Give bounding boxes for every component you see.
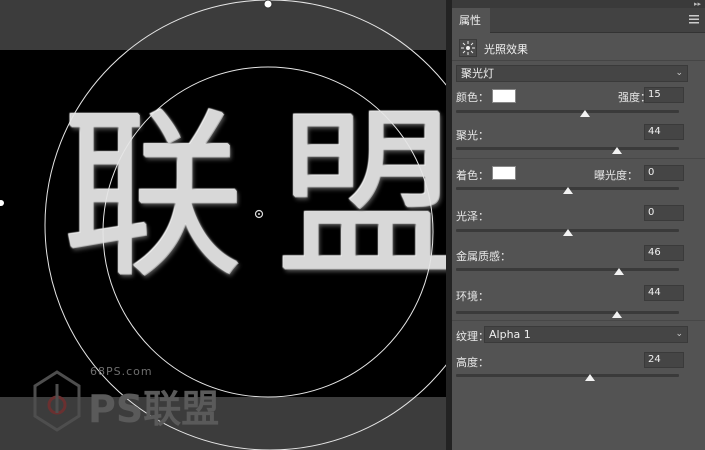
light-center-dot bbox=[258, 213, 260, 215]
height-slider-thumb[interactable] bbox=[584, 374, 595, 381]
light-type-value: 聚光灯 bbox=[461, 67, 494, 80]
app-window: 联盟 68PS.com PS联盟 ▸▸ 属性 光照效果 聚光灯 ⌄ 颜色： 强度… bbox=[0, 0, 705, 450]
collapse-panel-icon[interactable]: ▸▸ bbox=[694, 0, 701, 8]
watermark-logo-icon bbox=[33, 370, 81, 432]
metallic-label: 金属质感： bbox=[456, 250, 511, 263]
tab-properties[interactable]: 属性 bbox=[452, 8, 490, 33]
gloss-input[interactable]: 0 bbox=[644, 205, 684, 221]
color-label: 颜色： bbox=[456, 91, 489, 104]
metallic-slider-thumb[interactable] bbox=[613, 268, 624, 275]
panel-title: 光照效果 bbox=[484, 43, 528, 56]
metallic-input[interactable]: 46 bbox=[644, 245, 684, 261]
chevron-down-icon: ⌄ bbox=[675, 68, 683, 78]
lighting-effects-icon bbox=[459, 39, 477, 57]
height-slider[interactable] bbox=[456, 374, 679, 377]
hotspot-label: 聚光： bbox=[456, 129, 489, 142]
intensity-input[interactable]: 15 bbox=[644, 87, 684, 103]
gloss-slider-thumb[interactable] bbox=[562, 229, 573, 236]
hotspot-slider-thumb[interactable] bbox=[611, 147, 622, 154]
hotspot-slider[interactable] bbox=[456, 147, 679, 150]
ambience-input[interactable]: 44 bbox=[644, 285, 684, 301]
light-left-handle[interactable] bbox=[0, 200, 4, 206]
exposure-label: 曝光度： bbox=[594, 169, 638, 182]
light-hotspot-ring[interactable] bbox=[102, 66, 434, 398]
texture-select[interactable]: Alpha 1 ⌄ bbox=[484, 326, 688, 343]
watermark-url: 68PS.com bbox=[90, 365, 153, 378]
light-type-select[interactable]: 聚光灯 ⌄ bbox=[456, 65, 688, 82]
panel-top-bar: ▸▸ bbox=[452, 0, 705, 8]
exposure-slider-thumb[interactable] bbox=[562, 187, 573, 194]
gloss-label: 光泽： bbox=[456, 210, 489, 223]
panel-menu-icon[interactable] bbox=[689, 15, 699, 24]
intensity-slider[interactable] bbox=[456, 110, 679, 113]
color-swatch[interactable] bbox=[492, 89, 516, 103]
hotspot-input[interactable]: 44 bbox=[644, 124, 684, 140]
panel-header: 光照效果 bbox=[452, 34, 705, 61]
section-divider bbox=[452, 158, 705, 159]
texture-value: Alpha 1 bbox=[489, 328, 531, 341]
height-input[interactable]: 24 bbox=[644, 352, 684, 368]
colorize-label: 着色： bbox=[456, 169, 489, 182]
panel-tab-bar: 属性 bbox=[452, 8, 705, 33]
ambience-slider[interactable] bbox=[456, 311, 679, 314]
light-top-handle[interactable] bbox=[263, 0, 273, 9]
chevron-down-icon: ⌄ bbox=[675, 329, 683, 339]
watermark-logo-text: PS联盟 bbox=[88, 387, 220, 431]
exposure-input[interactable]: 0 bbox=[644, 165, 684, 181]
canvas-area[interactable]: 联盟 68PS.com PS联盟 bbox=[0, 0, 446, 450]
intensity-slider-thumb[interactable] bbox=[580, 110, 591, 117]
ambience-slider-thumb[interactable] bbox=[611, 311, 622, 318]
properties-panel: ▸▸ 属性 光照效果 聚光灯 ⌄ 颜色： 强度： 15 聚光： 44 着色： 曝… bbox=[452, 0, 705, 450]
height-label: 高度： bbox=[456, 356, 489, 369]
ambience-label: 环境： bbox=[456, 290, 489, 303]
colorize-swatch[interactable] bbox=[492, 166, 516, 180]
section-divider bbox=[452, 320, 705, 321]
metallic-slider[interactable] bbox=[456, 268, 679, 271]
